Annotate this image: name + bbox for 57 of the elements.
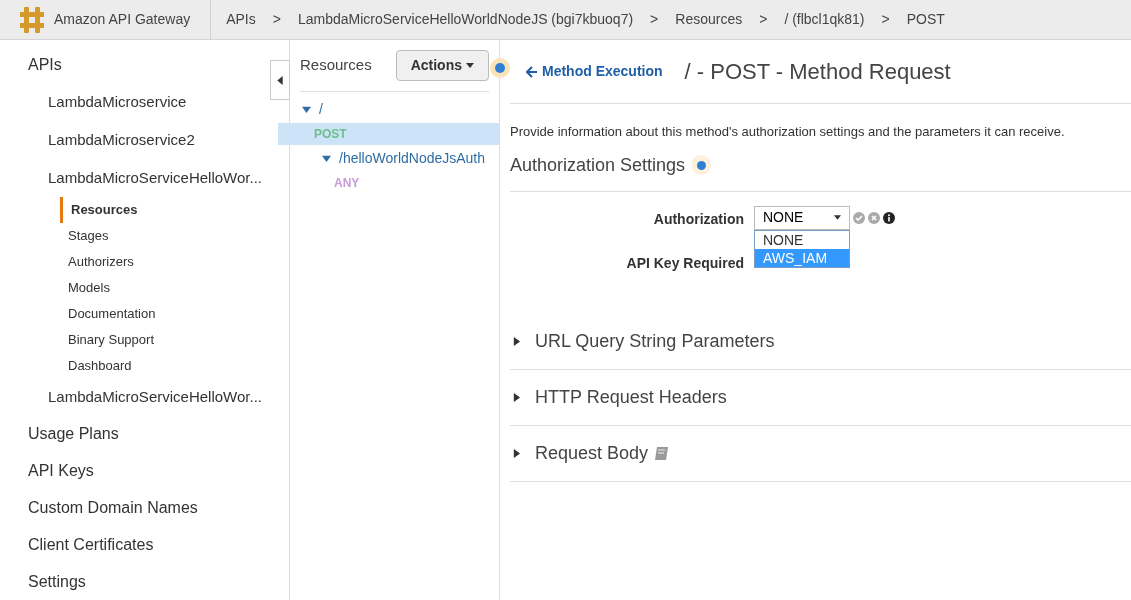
sidebar-item[interactable]: APIs [28,47,62,84]
tree-path[interactable]: / [290,96,499,123]
hotspot-icon[interactable] [691,155,712,175]
caret-left-icon [277,75,283,85]
triangle-icon[interactable] [322,154,331,163]
sidebar-item[interactable]: API Keys [28,452,94,490]
breadcrumb[interactable]: POST [906,9,945,30]
caret-icon [466,63,474,68]
section-header[interactable]: URL Query String Parameters [535,327,775,355]
triangle-icon[interactable] [512,392,521,402]
breadcrumb-separator: > [650,10,659,29]
sidebar-item[interactable]: Documentation [68,300,156,327]
sidebar-item[interactable]: LambdaMicroServiceHelloWor... [48,378,262,416]
sidebar-item[interactable]: LambdaMicroServiceHelloWor... [48,159,262,198]
field-label: API Key Required [625,253,744,273]
arrow-left-icon [526,65,538,78]
caret-icon [834,215,841,220]
sidebar-item[interactable]: Settings [28,563,86,600]
sidebar-item[interactable]: Client Certificates [28,526,154,564]
breadcrumb[interactable]: Resources [675,9,743,30]
sidebar-item[interactable]: Stages [68,223,109,249]
section-header[interactable]: HTTP Request Headers [535,383,727,411]
brand-name: Amazon API Gateway [54,10,191,29]
check-icon[interactable] [853,211,865,224]
triangle-icon[interactable] [512,336,521,346]
logo-icon [20,6,44,33]
tree-path[interactable]: /helloWorldNodeJsAuth [290,145,499,172]
field-label: Authorization [652,209,744,229]
sidebar-item[interactable]: Models [68,274,110,301]
hotspot-icon[interactable] [490,58,510,78]
sidebar-item[interactable]: Usage Plans [28,416,119,453]
triangle-icon[interactable] [512,448,521,458]
breadcrumb-separator: > [881,10,890,29]
sidebar-item[interactable]: Binary Support [68,326,154,353]
sidebar-item[interactable]: Dashboard [68,352,132,379]
breadcrumb-separator: > [759,10,768,29]
sidebar-item[interactable]: LambdaMicroservice [48,83,187,122]
dropdown-option[interactable]: NONE [755,230,849,249]
panel-title: Resources [300,55,372,76]
sidebar-item[interactable]: Resources [60,197,138,224]
collapse-button[interactable] [270,60,290,100]
page-title: / - POST - Method Request [684,58,951,86]
breadcrumb-separator: > [272,10,281,29]
back-link[interactable]: Method Execution [526,61,663,82]
authorization-select[interactable]: NONE [754,205,850,230]
info-icon[interactable] [883,211,895,224]
actions-button[interactable]: Actions [395,50,489,81]
breadcrumb[interactable]: LambdaMicroServiceHelloWorldNodeJS (bgi7kbuoq7) [297,9,634,30]
sidebar-item[interactable]: Authorizers [68,248,134,275]
section-header[interactable]: Request Body [535,439,649,467]
description: Provide information about this method's authorization settings and the parameters it can receive. [510,123,1066,141]
section-title: Authorization Settings [510,153,686,177]
sidebar-item[interactable]: LambdaMicroservice2 [48,121,195,160]
sidebar-item[interactable]: Custom Domain Names [28,489,198,527]
breadcrumb[interactable]: APIs [226,9,256,30]
triangle-icon[interactable] [302,105,311,114]
breadcrumb[interactable]: / (flbcl1qk81) [784,9,865,30]
